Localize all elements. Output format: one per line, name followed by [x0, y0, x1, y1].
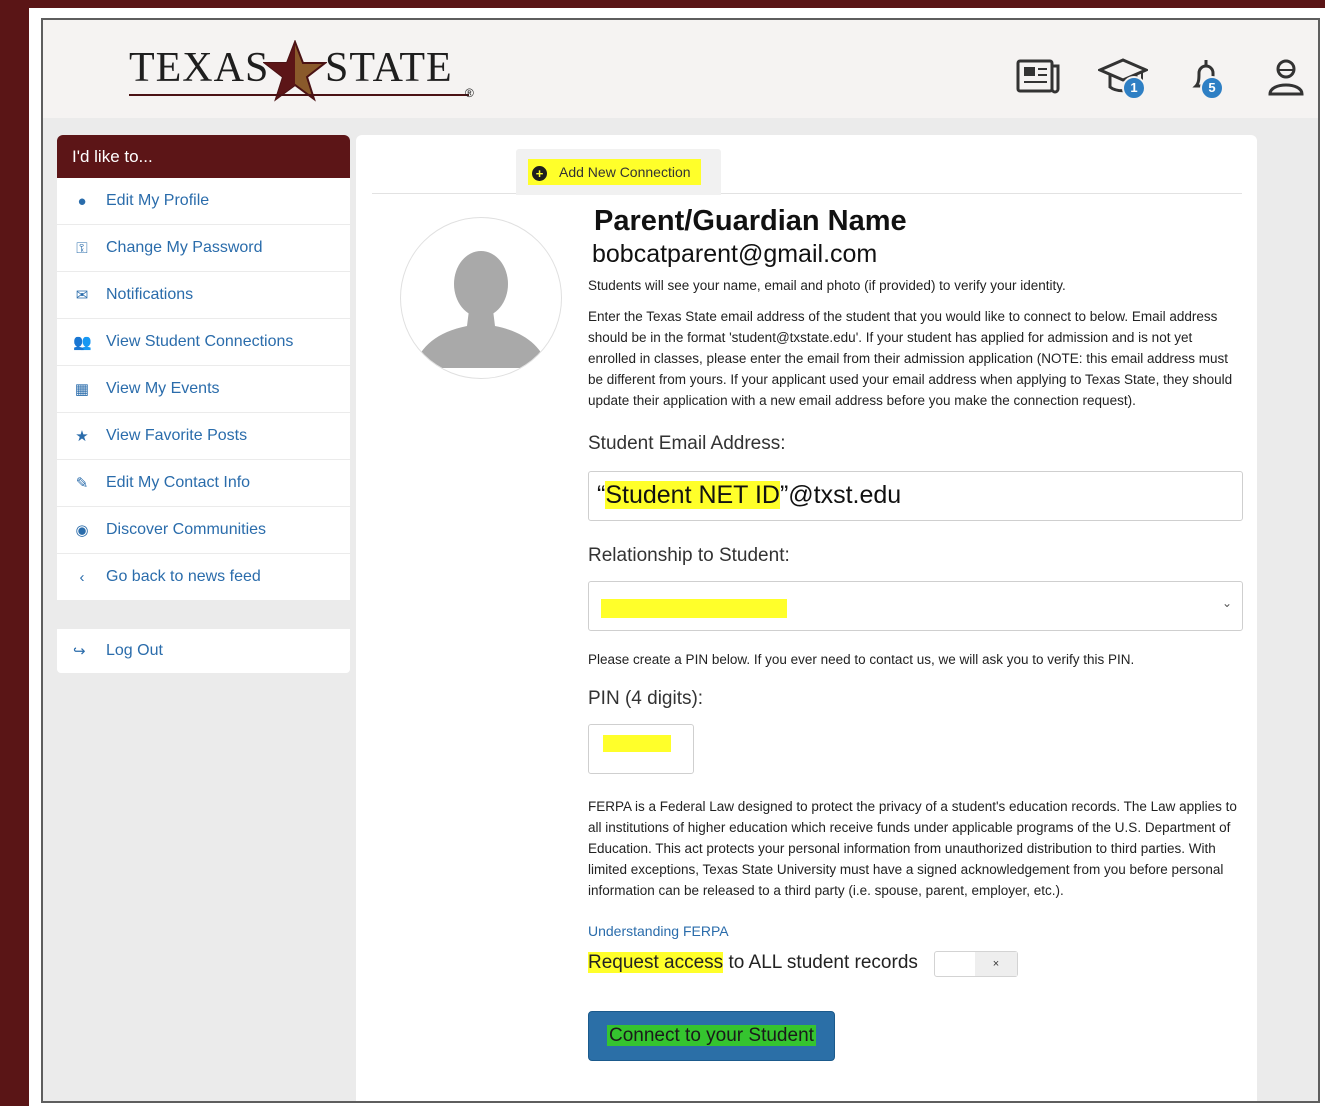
sidebar-item-favorite-posts[interactable]: ★ View Favorite Posts	[57, 413, 350, 460]
connect-student-label: Connect to your Student	[607, 1025, 816, 1046]
add-connection-text: Add New Connection	[559, 164, 691, 180]
person-silhouette-icon	[413, 251, 549, 368]
user-icon[interactable]	[1264, 56, 1314, 100]
relationship-highlight	[601, 599, 787, 618]
graduation-cap-icon[interactable]: 1	[1096, 56, 1150, 100]
relationship-select[interactable]: ⌄	[588, 581, 1243, 631]
sidebar-item-notifications[interactable]: ✉ Notifications	[57, 272, 350, 319]
sidebar: I'd like to... ● Edit My Profile ⚿ Chang…	[57, 135, 350, 673]
student-email-domain: ”@txst.edu	[779, 481, 902, 509]
connection-panel: + Add New Connection Parent/Guardian Name…	[356, 135, 1257, 1101]
sign-out-icon: ↪	[73, 643, 86, 660]
connect-student-button[interactable]: Connect to your Student	[588, 1011, 835, 1061]
instructions-text: Enter the Texas State email address of t…	[588, 309, 1233, 408]
request-access-label: Request access to ALL student records	[588, 952, 918, 973]
sidebar-item-label: Notifications	[106, 286, 194, 303]
chevron-down-icon: ⌄	[1221, 596, 1232, 610]
chevron-left-icon: ‹	[79, 569, 85, 586]
sidebar-item-events[interactable]: ▦ View My Events	[57, 366, 350, 413]
request-access-highlight: Request access	[588, 952, 724, 973]
logout-link[interactable]: ↪ Log Out	[57, 629, 350, 673]
logo-word-left: TEXAS	[129, 45, 270, 91]
bell-badge: 5	[1200, 76, 1224, 100]
sidebar-item-label: View Favorite Posts	[106, 427, 248, 444]
top-icon-bar: 1 5	[918, 56, 1318, 100]
connection-form: Parent/Guardian Name bobcatparent@gmail.…	[588, 203, 1243, 1061]
pencil-icon: ✎	[75, 475, 89, 492]
star-icon: ★	[75, 428, 89, 445]
pin-label: PIN (4 digits):	[588, 688, 704, 709]
key-icon: ⚿	[76, 240, 88, 257]
users-icon: 👥	[73, 334, 92, 351]
pin-highlight	[603, 735, 671, 752]
sidebar-item-edit-profile[interactable]: ● Edit My Profile	[57, 178, 350, 225]
request-access-rest: to ALL student records	[723, 952, 918, 973]
news-icon[interactable]	[1014, 56, 1064, 100]
logo-word-right: STATE	[325, 45, 453, 91]
compass-icon: ◉	[75, 522, 89, 539]
request-access-toggle[interactable]: ×	[934, 951, 1018, 977]
tab-divider	[372, 193, 1242, 194]
app-window: TEXAS STATE ® 1 5 I'd like to... ● Edit …	[41, 18, 1320, 1103]
texas-state-logo[interactable]: TEXAS STATE ®	[129, 40, 489, 102]
student-email-value: “Student NET ID”@txst.edu	[597, 478, 901, 512]
student-email-label: Student Email Address:	[588, 433, 786, 454]
student-email-input[interactable]: “Student NET ID”@txst.edu	[588, 471, 1243, 521]
parent-email: bobcatparent@gmail.com	[592, 240, 878, 268]
sidebar-item-label: Edit My Contact Info	[106, 474, 251, 491]
toggle-off-icon: ×	[975, 952, 1017, 976]
sidebar-item-label: View My Events	[106, 380, 220, 397]
logo-rule	[129, 94, 469, 96]
tab-add-connection[interactable]: + Add New Connection	[516, 149, 721, 195]
logo-registered-mark: ®	[465, 86, 474, 100]
avatar	[400, 217, 562, 379]
calendar-icon: ▦	[74, 381, 90, 398]
star-icon	[263, 40, 327, 102]
identity-note: Students will see your name, email and p…	[588, 278, 1066, 293]
request-access-row: Request access to ALL student records ×	[588, 949, 1243, 979]
sidebar-menu: ● Edit My Profile ⚿ Change My Password ✉…	[57, 178, 350, 601]
sidebar-item-discover-communities[interactable]: ◉ Discover Communities	[57, 507, 350, 554]
sidebar-item-label: Go back to news feed	[106, 568, 261, 585]
cap-badge: 1	[1122, 76, 1146, 100]
parent-name: Parent/Guardian Name	[594, 205, 907, 237]
sidebar-title: I'd like to...	[57, 135, 350, 178]
sidebar-item-label: Change My Password	[106, 239, 263, 256]
understanding-ferpa-link[interactable]: Understanding FERPA	[588, 923, 1243, 939]
sidebar-item-news-feed[interactable]: ‹ Go back to news feed	[57, 554, 350, 601]
sidebar-item-label: Discover Communities	[106, 521, 267, 538]
sidebar-item-contact-info[interactable]: ✎ Edit My Contact Info	[57, 460, 350, 507]
logout-label: Log Out	[106, 642, 163, 659]
top-bar: TEXAS STATE ® 1 5	[43, 20, 1318, 118]
bell-icon[interactable]: 5	[1184, 56, 1234, 100]
ferpa-text: FERPA is a Federal Law designed to prote…	[588, 799, 1237, 898]
pin-input[interactable]	[588, 724, 694, 774]
user-circle-icon: ●	[77, 193, 87, 210]
relationship-label: Relationship to Student:	[588, 545, 790, 566]
student-netid-highlight: Student NET ID	[605, 481, 780, 509]
sidebar-item-label: View Student Connections	[106, 333, 294, 350]
sidebar-item-student-connections[interactable]: 👥 View Student Connections	[57, 319, 350, 366]
add-connection-tab-label[interactable]: + Add New Connection	[528, 159, 701, 185]
sidebar-item-change-password[interactable]: ⚿ Change My Password	[57, 225, 350, 272]
sidebar-item-label: Edit My Profile	[106, 192, 210, 209]
plus-circle-icon: +	[532, 165, 547, 181]
pin-note: Please create a PIN below. If you ever n…	[588, 652, 1135, 667]
envelope-icon: ✉	[75, 287, 89, 304]
